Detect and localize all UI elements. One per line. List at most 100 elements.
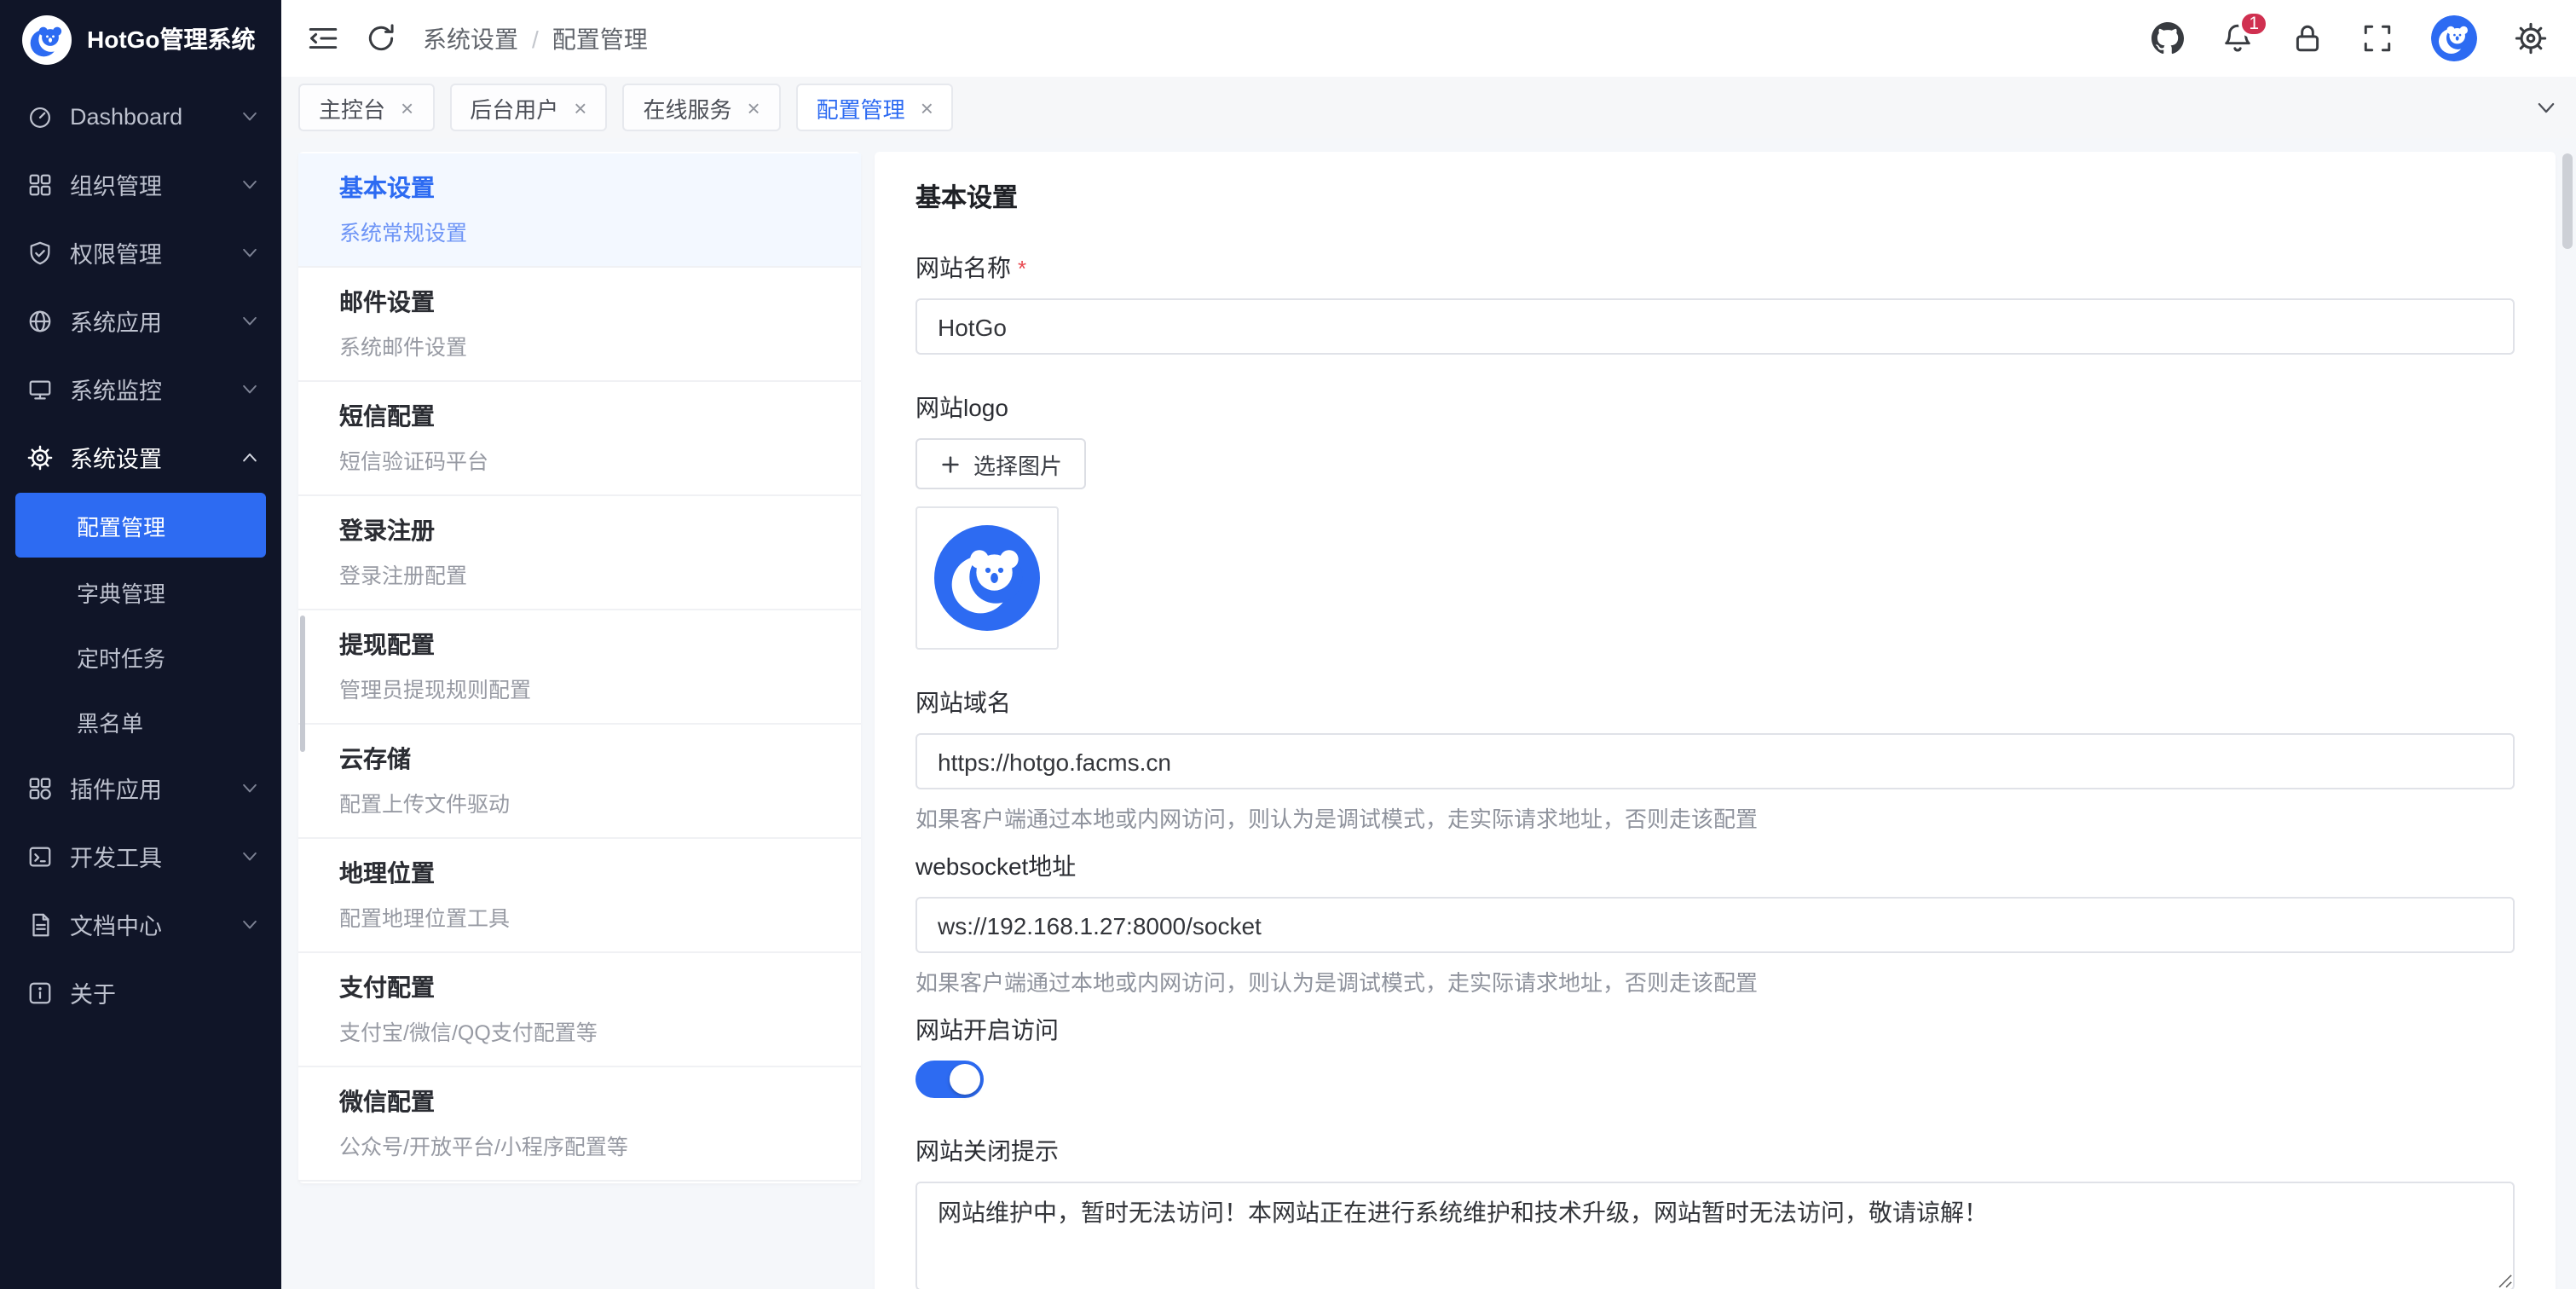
chevron-down-icon — [240, 778, 259, 797]
sidebar-item-label: Dashboard — [70, 103, 223, 129]
settings-nav-scrollbar[interactable] — [300, 616, 305, 752]
submenu-item-cron[interactable]: 定时任务 — [0, 624, 281, 689]
github-icon[interactable] — [2151, 22, 2184, 55]
settings-nav-title: 提现配置 — [339, 627, 820, 662]
settings-nav-title: 支付配置 — [339, 970, 820, 1004]
sidebar-item-label: 关于 — [70, 975, 259, 1009]
site-logo-preview[interactable] — [915, 506, 1059, 650]
submenu-item-label: 定时任务 — [77, 640, 165, 673]
close-icon[interactable]: × — [921, 96, 933, 118]
tab-label: 后台用户 — [470, 91, 558, 124]
user-avatar[interactable] — [2431, 15, 2477, 61]
tab-admin-users[interactable]: 后台用户 × — [449, 84, 607, 131]
sidebar-item-docs[interactable]: 文档中心 — [0, 890, 281, 958]
page-scrollbar[interactable] — [2562, 153, 2573, 249]
site-domain-input[interactable] — [915, 733, 2515, 789]
sidebar-item-monitor[interactable]: 系统监控 — [0, 355, 281, 423]
close-tip-label: 网站关闭提示 — [915, 1134, 2515, 1168]
settings-nav-item-storage[interactable]: 云存储 配置上传文件驱动 — [298, 725, 861, 839]
settings-nav-item-login[interactable]: 登录注册 登录注册配置 — [298, 496, 861, 610]
site-name-label: 网站名称 * — [915, 251, 2515, 285]
close-icon[interactable]: × — [401, 96, 413, 118]
websocket-input[interactable] — [915, 897, 2515, 953]
submenu-item-label: 配置管理 — [77, 509, 165, 541]
breadcrumb-item[interactable]: 系统设置 — [423, 21, 518, 55]
settings-nav-item-wechat[interactable]: 微信配置 公众号/开放平台/小程序配置等 — [298, 1067, 861, 1182]
breadcrumb-item[interactable]: 配置管理 — [552, 21, 648, 55]
settings-nav-title: 邮件设置 — [339, 285, 820, 319]
lock-icon[interactable] — [2291, 22, 2324, 55]
settings-nav-subtitle: 配置上传文件驱动 — [339, 786, 820, 818]
select-image-label: 选择图片 — [973, 448, 1062, 480]
main-column: 系统设置 / 配置管理 1 — [281, 0, 2576, 1289]
collapse-menu-icon[interactable] — [307, 22, 339, 55]
websocket-help: 如果客户端通过本地或内网访问，则认为是调试模式，走实际请求地址，否则走该配置 — [915, 965, 2515, 997]
avatar-logo-icon — [2431, 15, 2477, 61]
sidebar-item-apps[interactable]: 系统应用 — [0, 286, 281, 355]
close-icon[interactable]: × — [747, 96, 760, 118]
submenu-item-dict[interactable]: 字典管理 — [0, 559, 281, 624]
sidebar-item-about[interactable]: 关于 — [0, 958, 281, 1026]
fullscreen-icon[interactable] — [2361, 22, 2394, 55]
dashboard-icon — [27, 103, 53, 129]
close-tip-textarea[interactable]: 网站维护中，暂时无法访问！本网站正在进行系统维护和技术升级，网站暂时无法访问，敬… — [915, 1182, 2515, 1289]
chevron-down-icon — [240, 175, 259, 194]
tab-online-service[interactable]: 在线服务 × — [622, 84, 780, 131]
settings-nav-subtitle: 短信验证码平台 — [339, 443, 820, 476]
sidebar-item-label: 系统应用 — [70, 303, 223, 338]
sidebar-item-label: 权限管理 — [70, 235, 223, 269]
sidebar-item-settings[interactable]: 系统设置 — [0, 423, 281, 491]
sidebar-item-devtools[interactable]: 开发工具 — [0, 822, 281, 890]
submenu-item-config[interactable]: 配置管理 — [15, 493, 266, 558]
settings-nav-item-basic[interactable]: 基本设置 系统常规设置 — [298, 153, 861, 268]
submenu-item-blacklist[interactable]: 黑名单 — [0, 689, 281, 754]
sidebar-item-dashboard[interactable]: Dashboard — [0, 82, 281, 150]
submenu-item-label: 黑名单 — [77, 705, 143, 737]
settings-nav-item-email[interactable]: 邮件设置 系统邮件设置 — [298, 268, 861, 382]
org-grid-icon — [27, 171, 53, 197]
submenu-item-label: 字典管理 — [77, 575, 165, 608]
settings-nav-item-pay[interactable]: 支付配置 支付宝/微信/QQ支付配置等 — [298, 953, 861, 1067]
toggle-knob — [950, 1064, 980, 1095]
settings-nav-item-geo[interactable]: 地理位置 配置地理位置工具 — [298, 839, 861, 953]
plus-icon — [939, 453, 962, 475]
site-domain-label: 网站域名 — [915, 685, 2515, 720]
settings-nav-item-sms[interactable]: 短信配置 短信验证码平台 — [298, 382, 861, 496]
tab-actions-dropdown[interactable] — [2515, 77, 2576, 138]
websocket-label: websocket地址 — [915, 849, 2515, 883]
sidebar-item-org[interactable]: 组织管理 — [0, 150, 281, 218]
settings-nav-title: 登录注册 — [339, 513, 820, 547]
plugin-icon — [27, 775, 53, 801]
site-name-input[interactable] — [915, 298, 2515, 355]
settings-nav-item-withdraw[interactable]: 提现配置 管理员提现规则配置 — [298, 610, 861, 725]
settings-nav-title: 短信配置 — [339, 399, 820, 433]
tab-label: 在线服务 — [643, 91, 731, 124]
app-root: HotGo管理系统 Dashboard 组织管理 权限管 — [0, 0, 2576, 1289]
info-icon — [27, 980, 53, 1005]
site-logo-image — [934, 525, 1040, 631]
select-image-button[interactable]: 选择图片 — [915, 438, 1086, 489]
close-icon[interactable]: × — [574, 96, 586, 118]
sidebar-item-permission[interactable]: 权限管理 — [0, 218, 281, 286]
refresh-icon[interactable] — [365, 22, 397, 55]
chevron-down-icon — [240, 107, 259, 125]
app-logo[interactable]: HotGo管理系统 — [0, 0, 281, 78]
settings-nav-title: 地理位置 — [339, 856, 820, 890]
notifications[interactable]: 1 — [2221, 22, 2254, 55]
tab-dashboard[interactable]: 主控台 × — [298, 84, 434, 131]
sidebar-item-label: 插件应用 — [70, 771, 223, 805]
sidebar-item-plugins[interactable]: 插件应用 — [0, 754, 281, 822]
chevron-down-icon — [240, 311, 259, 330]
settings-gear-icon[interactable] — [2515, 22, 2547, 55]
site-open-label: 网站开启访问 — [915, 1013, 2515, 1047]
chevron-up-icon — [240, 448, 259, 466]
settings-nav-panel: 基本设置 系统常规设置 邮件设置 系统邮件设置 短信配置 短信验证码平台 登录注… — [298, 152, 861, 1183]
tabbar: 主控台 × 后台用户 × 在线服务 × 配置管理 × — [281, 77, 2576, 138]
settings-nav-subtitle: 配置地理位置工具 — [339, 900, 820, 933]
content: 基本设置 系统常规设置 邮件设置 系统邮件设置 短信配置 短信验证码平台 登录注… — [281, 138, 2576, 1289]
header: 系统设置 / 配置管理 1 — [281, 0, 2576, 77]
sidebar-item-label: 系统监控 — [70, 372, 223, 406]
site-open-toggle[interactable] — [915, 1061, 984, 1098]
sidebar-submenu-settings: 配置管理 字典管理 定时任务 黑名单 — [0, 493, 281, 754]
tab-config-manage[interactable]: 配置管理 × — [796, 84, 954, 131]
